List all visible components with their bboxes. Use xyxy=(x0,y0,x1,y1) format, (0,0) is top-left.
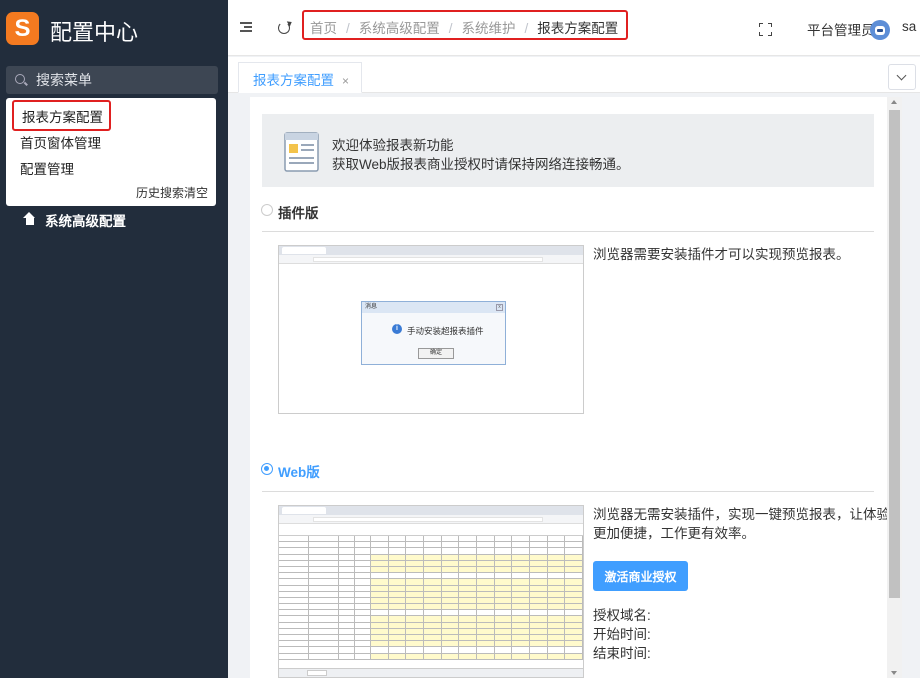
content-scrollbar[interactable] xyxy=(887,97,902,678)
notice-title: 欢迎体验报表新功能 xyxy=(332,138,454,153)
dropdown-item-config-manage[interactable]: 配置管理 xyxy=(20,158,74,178)
chevron-down-icon[interactable] xyxy=(888,64,916,90)
dropdown-item-home-form[interactable]: 首页窗体管理 xyxy=(20,132,101,152)
breadcrumb-current: 报表方案配置 xyxy=(537,21,619,36)
notice-banner: 欢迎体验报表新功能 获取Web版报表商业授权时请保持网络连接畅通。 xyxy=(262,114,874,187)
app-logo: S xyxy=(6,12,39,45)
scroll-down-icon[interactable] xyxy=(891,671,897,675)
web-version-label[interactable]: Web版 xyxy=(278,461,320,481)
license-end-time: 结束时间: xyxy=(593,646,651,661)
close-icon[interactable]: × xyxy=(342,74,349,88)
user-name[interactable]: sa xyxy=(902,19,916,34)
dropdown-item-report-scheme[interactable]: 报表方案配置 xyxy=(12,100,111,131)
web-description-line2: 更加便捷，工作更有效率。 xyxy=(593,526,755,541)
sidebar-item-label: 系统高级配置 xyxy=(45,214,126,229)
divider xyxy=(262,491,874,492)
license-start-time: 开始时间: xyxy=(593,627,651,642)
menu-search-input[interactable] xyxy=(36,70,211,90)
breadcrumb-home[interactable]: 首页 xyxy=(310,21,337,36)
report-grid-preview xyxy=(279,536,583,660)
notice-text: 获取Web版报表商业授权时请保持网络连接畅通。 xyxy=(332,157,630,172)
web-version-radio[interactable] xyxy=(261,463,273,475)
sidebar: S 配置中心 报表方案配置 首页窗体管理 配置管理 历史搜索清空 系统高级配置 xyxy=(0,0,228,678)
tab-report-scheme[interactable]: 报表方案配置 × xyxy=(238,62,363,93)
search-history-dropdown: 报表方案配置 首页窗体管理 配置管理 历史搜索清空 xyxy=(6,98,216,206)
browser-window-icon xyxy=(284,132,319,172)
divider xyxy=(262,231,874,232)
activate-license-button[interactable]: 激活商业授权 xyxy=(593,561,688,591)
home-icon xyxy=(23,212,35,227)
web-description-line1: 浏览器无需安装插件，实现一键预览报表，让体验 xyxy=(593,507,890,522)
scroll-thumb[interactable] xyxy=(889,110,900,598)
avatar[interactable] xyxy=(870,20,890,40)
main-content: 欢迎体验报表新功能 获取Web版报表商业授权时请保持网络连接畅通。 插件版 消息… xyxy=(250,97,902,678)
app-title: 配置中心 xyxy=(50,21,139,46)
web-preview-image: . xyxy=(278,505,584,678)
search-icon xyxy=(15,74,25,84)
license-domain: 授权域名: xyxy=(593,608,651,623)
plugin-preview-image: 消息 x i 手动安装超报表插件 确定 xyxy=(278,245,584,414)
breadcrumb-system-advanced[interactable]: 系统高级配置 xyxy=(359,21,440,36)
top-header: 首页 / 系统高级配置 / 系统维护 / 报表方案配置 平台管理员 sa xyxy=(228,0,920,56)
plugin-dialog: 消息 x i 手动安装超报表插件 确定 xyxy=(361,301,506,365)
plugin-version-radio[interactable] xyxy=(261,204,273,216)
breadcrumb-system-maintenance[interactable]: 系统维护 xyxy=(462,21,516,36)
tab-label: 报表方案配置 xyxy=(253,73,334,88)
plugin-version-label[interactable]: 插件版 xyxy=(278,202,319,222)
scroll-up-icon[interactable] xyxy=(891,100,897,104)
fullscreen-icon[interactable] xyxy=(759,23,772,36)
menu-search-box[interactable] xyxy=(6,66,218,94)
tabs-bar: 报表方案配置 × xyxy=(228,57,920,93)
sidebar-item-system-advanced[interactable]: 系统高级配置 xyxy=(23,210,126,230)
info-icon: i xyxy=(392,324,402,334)
clear-history-link[interactable]: 历史搜索清空 xyxy=(136,184,208,201)
collapse-menu-icon[interactable] xyxy=(240,22,252,32)
refresh-icon[interactable] xyxy=(278,22,290,34)
breadcrumb: 首页 / 系统高级配置 / 系统维护 / 报表方案配置 xyxy=(302,10,629,40)
plugin-description: 浏览器需要安装插件才可以实现预览报表。 xyxy=(593,247,850,262)
user-role[interactable]: 平台管理员 xyxy=(807,19,875,39)
